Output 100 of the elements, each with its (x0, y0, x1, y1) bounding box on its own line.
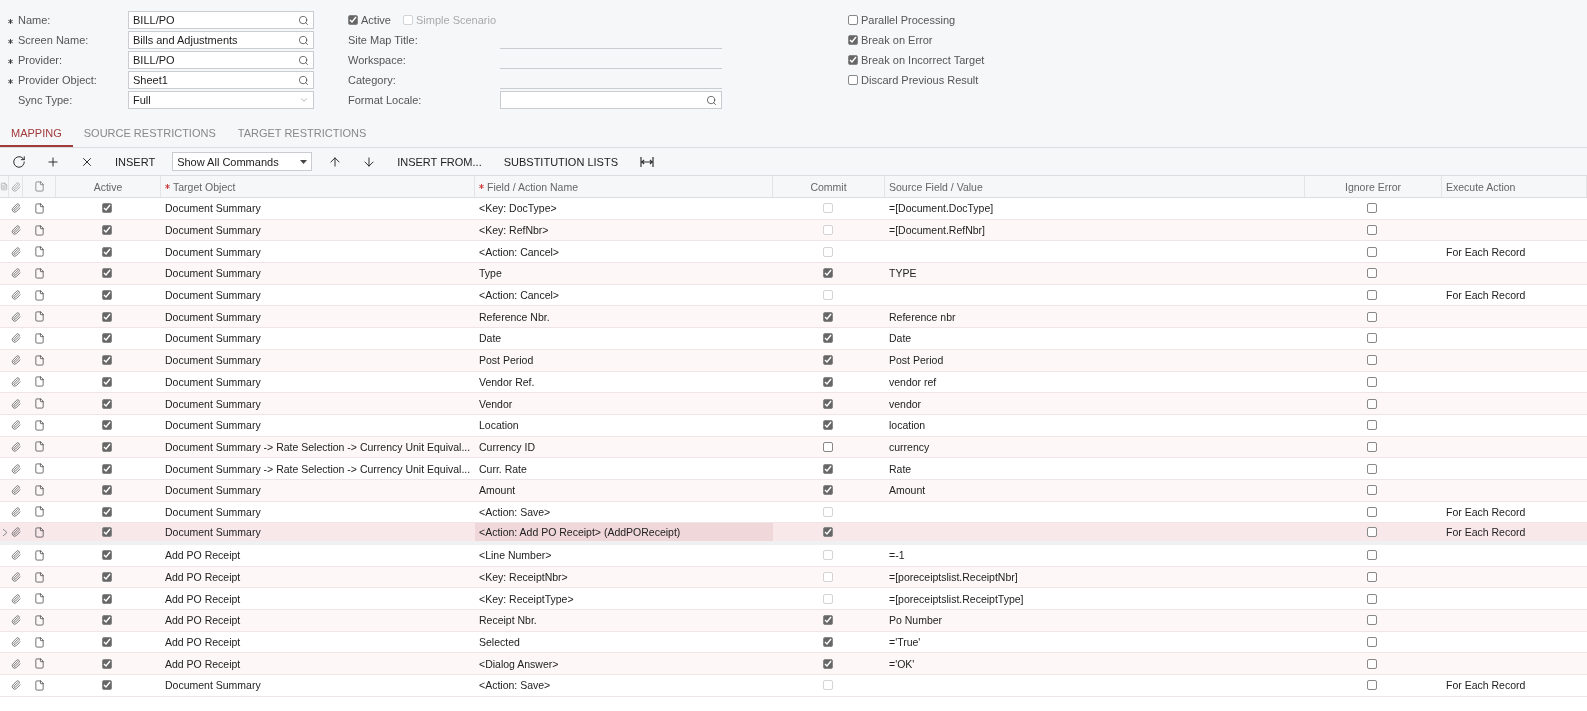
checkbox[interactable] (848, 15, 858, 25)
checkbox[interactable] (1367, 203, 1377, 214)
checkbox[interactable] (822, 463, 833, 474)
table-cell-text: Document Summary (164, 504, 262, 520)
checkbox[interactable] (1367, 637, 1377, 648)
column-header[interactable]: Field / Action Name (487, 180, 579, 193)
lookup-field[interactable]: Bills and Adjustments (128, 31, 314, 49)
checkbox[interactable] (1367, 506, 1377, 517)
lookup-field[interactable] (500, 91, 722, 109)
checkbox[interactable] (1367, 333, 1377, 344)
checkbox[interactable] (822, 485, 833, 496)
checkbox[interactable] (822, 658, 833, 669)
filter-select[interactable]: Show All Commands (172, 152, 313, 171)
checkbox[interactable] (822, 311, 833, 322)
file-icon (33, 181, 45, 192)
checkbox[interactable] (1367, 268, 1377, 279)
table-cell-text: Document Summary (164, 223, 262, 239)
checkbox[interactable] (102, 680, 112, 691)
checkbox[interactable] (1367, 572, 1377, 583)
checkbox[interactable] (1367, 355, 1377, 366)
table-cell-text: For Each Record (1445, 525, 1527, 541)
checkbox[interactable] (848, 75, 858, 85)
checkbox[interactable] (102, 311, 112, 322)
column-header[interactable]: Ignore Error (1345, 180, 1401, 193)
checkbox[interactable] (102, 463, 112, 474)
checkbox[interactable] (822, 615, 833, 626)
table-cell-text: currency (888, 439, 931, 455)
checkbox[interactable] (822, 527, 833, 538)
checkbox[interactable] (1367, 311, 1377, 322)
file-icon (34, 679, 45, 691)
checkbox[interactable] (1367, 527, 1377, 538)
checkbox[interactable] (1367, 485, 1377, 496)
substitution-lists-button[interactable]: SUBSTITUTION LISTS (494, 150, 627, 173)
checkbox[interactable] (822, 637, 833, 648)
lookup-field[interactable]: BILL/PO (128, 11, 314, 29)
column-header[interactable]: Execute Action (1446, 180, 1516, 193)
paperclip-icon (11, 485, 21, 496)
checkbox[interactable] (102, 658, 112, 669)
checkbox[interactable] (848, 55, 858, 65)
checkbox[interactable] (1367, 420, 1377, 431)
checkbox[interactable] (102, 203, 112, 214)
checkbox[interactable] (102, 355, 112, 366)
checkbox[interactable] (1367, 680, 1377, 691)
table-cell-text: <Line Number> (478, 548, 553, 564)
checkbox[interactable] (348, 15, 358, 25)
search-icon (298, 34, 309, 46)
tab[interactable]: TARGET RESTRICTIONS (226, 120, 378, 147)
checkbox[interactable] (102, 572, 112, 583)
lookup-field[interactable]: BILL/PO (128, 51, 314, 69)
checkbox[interactable] (1367, 593, 1377, 604)
checkbox[interactable] (822, 268, 833, 279)
checkbox[interactable] (822, 376, 833, 387)
checkbox[interactable] (1367, 246, 1377, 257)
checkbox[interactable] (822, 420, 833, 431)
checkbox[interactable] (1367, 376, 1377, 387)
checkbox[interactable] (102, 615, 112, 626)
select-field[interactable]: Full (128, 91, 314, 109)
checkbox[interactable] (1367, 441, 1377, 452)
checkbox[interactable] (1367, 290, 1377, 301)
column-header[interactable]: Active (93, 180, 123, 193)
table-cell-text: Post Period (478, 353, 535, 369)
checkbox[interactable] (102, 420, 112, 431)
insert-button[interactable]: INSERT (106, 150, 165, 173)
lookup-field[interactable]: Sheet1 (128, 71, 314, 89)
checkbox[interactable] (822, 333, 833, 344)
checkbox[interactable] (102, 225, 112, 236)
table-cell-text: Type (478, 266, 503, 282)
checkbox[interactable] (102, 333, 112, 344)
checkbox[interactable] (102, 268, 112, 279)
insert-from-button[interactable]: INSERT FROM... (388, 150, 491, 173)
table-cell-text: location (888, 418, 927, 434)
checkbox[interactable] (102, 527, 112, 538)
checkbox[interactable] (1367, 398, 1377, 409)
checkbox[interactable] (1367, 658, 1377, 669)
checkbox[interactable] (102, 485, 112, 496)
column-header[interactable]: Source Field / Value (889, 180, 983, 193)
checkbox[interactable] (822, 398, 833, 409)
checkbox[interactable] (1367, 463, 1377, 474)
checkbox[interactable] (848, 35, 858, 45)
checkbox[interactable] (102, 290, 112, 301)
checkbox[interactable] (822, 355, 833, 366)
tab[interactable]: SOURCE RESTRICTIONS (72, 120, 227, 147)
table-cell-text: Document Summary (164, 418, 262, 434)
column-header[interactable]: Commit (810, 180, 847, 193)
checkbox[interactable] (102, 376, 112, 387)
checkbox[interactable] (1367, 225, 1377, 236)
checkbox[interactable] (102, 637, 112, 648)
field-label: Sync Type: (18, 94, 73, 106)
checkbox[interactable] (1367, 550, 1377, 561)
checkbox[interactable] (822, 441, 833, 452)
column-header[interactable]: Target Object (173, 180, 236, 193)
checkbox[interactable] (1367, 615, 1377, 626)
checkbox[interactable] (102, 398, 112, 409)
tab[interactable]: MAPPING (0, 120, 73, 147)
field-label: Format Locale: (348, 94, 423, 106)
checkbox[interactable] (102, 441, 112, 452)
checkbox[interactable] (102, 593, 112, 604)
checkbox[interactable] (102, 550, 112, 561)
checkbox[interactable] (102, 246, 112, 257)
checkbox[interactable] (102, 506, 112, 517)
